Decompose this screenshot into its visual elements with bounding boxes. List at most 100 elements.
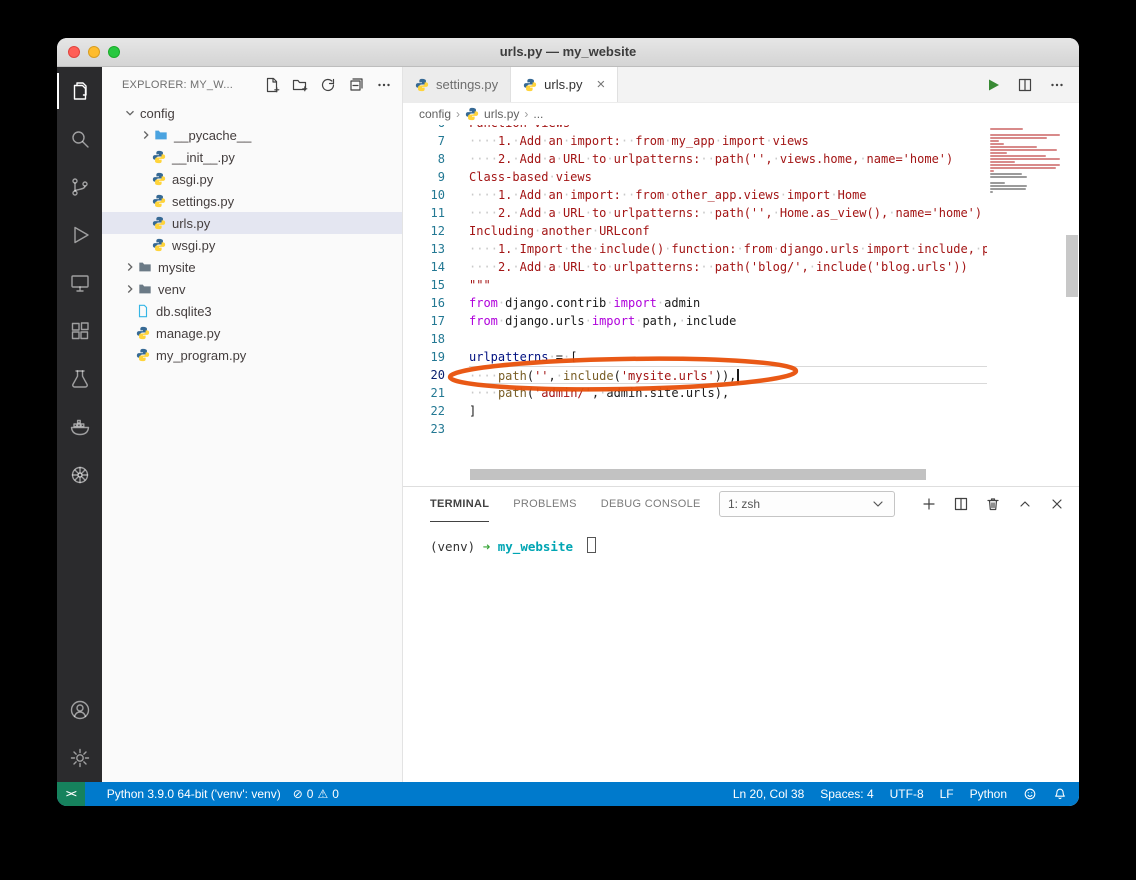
explorer-icon[interactable] [57, 67, 102, 115]
code-line-9[interactable]: 9Class-based·views [403, 168, 987, 186]
code-editor[interactable]: 6Function·views7····1.·Add·an·import:··f… [403, 125, 1079, 486]
tree-item-db.sqlite3[interactable]: db.sqlite3 [102, 300, 402, 322]
code-line-10[interactable]: 10····1.·Add·an·import:··from·other_app.… [403, 186, 987, 204]
extensions-icon[interactable] [57, 307, 102, 355]
breadcrumb-more[interactable]: ... [533, 107, 543, 121]
remote-indicator[interactable]: >< [57, 782, 85, 806]
panel-header: TERMINAL PROBLEMS DEBUG CONSOLE 1: zsh [403, 487, 1079, 521]
more-actions-icon[interactable] [376, 77, 392, 93]
line-content: ····2.·Add·a·URL·to·urlpatterns:··path('… [469, 150, 987, 168]
shell-selector[interactable]: 1: zsh [719, 491, 895, 517]
code-line-17[interactable]: 17from·django.urls·import·path,·include [403, 312, 987, 330]
vertical-scrollbar[interactable] [1065, 125, 1079, 486]
code-line-20[interactable]: 20····path('',·include('mysite.urls')), [403, 366, 987, 384]
close-panel-icon[interactable] [1049, 496, 1065, 512]
close-window-button[interactable] [68, 46, 80, 58]
vscode-window: urls.py — my_website [57, 38, 1079, 806]
tab-terminal[interactable]: TERMINAL [430, 487, 489, 522]
kubernetes-wheel-icon[interactable] [57, 451, 102, 499]
tree-item-my_program.py[interactable]: my_program.py [102, 344, 402, 366]
code-line-12[interactable]: 12Including·another·URLconf [403, 222, 987, 240]
line-content: Including·another·URLconf [469, 222, 987, 240]
code-line-21[interactable]: 21····path('admin/',·admin.site.urls), [403, 384, 987, 402]
search-icon[interactable] [57, 115, 102, 163]
line-content: ····1.·Import·the·include()·function:·fr… [469, 240, 987, 258]
new-file-icon[interactable] [264, 77, 280, 93]
minimize-window-button[interactable] [88, 46, 100, 58]
eol-status[interactable]: LF [940, 787, 954, 801]
tree-item-label: asgi.py [172, 172, 213, 187]
code-line-13[interactable]: 13····1.·Import·the·include()·function:·… [403, 240, 987, 258]
line-content: urlpatterns·=·[ [469, 348, 987, 366]
code-line-23[interactable]: 23 [403, 420, 987, 438]
indentation-status[interactable]: Spaces: 4 [820, 787, 873, 801]
cursor-position-status[interactable]: Ln 20, Col 38 [733, 787, 804, 801]
code-line-15[interactable]: 15""" [403, 276, 987, 294]
code-line-18[interactable]: 18 [403, 330, 987, 348]
tree-item-wsgi.py[interactable]: wsgi.py [102, 234, 402, 256]
tree-item-__init__.py[interactable]: __init__.py [102, 146, 402, 168]
python-interpreter-status[interactable]: Python 3.9.0 64-bit ('venv': venv) [107, 787, 281, 801]
split-terminal-icon[interactable] [953, 496, 969, 512]
tab-urls-py[interactable]: urls.py × [511, 67, 618, 102]
tree-item-__pycache__[interactable]: __pycache__ [102, 124, 402, 146]
tree-item-mysite[interactable]: mysite [102, 256, 402, 278]
run-python-file-button[interactable] [985, 77, 1001, 93]
minimap-line [990, 152, 1007, 154]
close-tab-icon[interactable]: × [596, 77, 605, 92]
code-line-22[interactable]: 22] [403, 402, 987, 420]
collapse-all-icon[interactable] [348, 77, 364, 93]
maximize-panel-icon[interactable] [1017, 496, 1033, 512]
new-folder-icon[interactable] [292, 77, 308, 93]
scrollbar-thumb[interactable] [1066, 235, 1078, 297]
code-line-6[interactable]: 6Function·views [403, 125, 987, 132]
python-icon [152, 172, 170, 186]
notifications-bell-icon[interactable] [1053, 787, 1067, 801]
new-terminal-icon[interactable] [921, 496, 937, 512]
database-icon [136, 304, 154, 318]
source-control-icon[interactable] [57, 163, 102, 211]
code-line-8[interactable]: 8····2.·Add·a·URL·to·urlpatterns:··path(… [403, 150, 987, 168]
tree-item-venv[interactable]: venv [102, 278, 402, 300]
horizontal-scrollbar[interactable] [470, 469, 926, 480]
tree-item-config[interactable]: config [102, 102, 402, 124]
accounts-icon[interactable] [57, 686, 102, 734]
split-editor-icon[interactable] [1017, 77, 1033, 93]
encoding-status[interactable]: UTF-8 [890, 787, 924, 801]
terminal-output[interactable]: (venv) ➜ my_website [403, 521, 1079, 782]
shell-selector-value: 1: zsh [728, 497, 870, 511]
tree-item-manage.py[interactable]: manage.py [102, 322, 402, 344]
run-debug-icon[interactable] [57, 211, 102, 259]
zoom-window-button[interactable] [108, 46, 120, 58]
line-content: from·django.contrib·import·admin [469, 294, 987, 312]
minimap[interactable] [987, 125, 1065, 486]
chevron-icon [122, 105, 138, 121]
tab-problems[interactable]: PROBLEMS [513, 487, 577, 521]
kill-terminal-trash-icon[interactable] [985, 496, 1001, 512]
tree-item-settings.py[interactable]: settings.py [102, 190, 402, 212]
code-line-11[interactable]: 11····2.·Add·a·URL·to·urlpatterns:··path… [403, 204, 987, 222]
minimap-line [990, 149, 1057, 151]
line-content: ] [469, 402, 987, 420]
settings-gear-icon[interactable] [57, 734, 102, 782]
tree-item-label: config [140, 106, 175, 121]
code-line-19[interactable]: 19urlpatterns·=·[ [403, 348, 987, 366]
tab-debug-console[interactable]: DEBUG CONSOLE [601, 487, 701, 521]
more-actions-icon[interactable] [1049, 77, 1065, 93]
code-line-7[interactable]: 7····1.·Add·an·import:··from·my_app·impo… [403, 132, 987, 150]
testing-beaker-icon[interactable] [57, 355, 102, 403]
breadcrumb-folder[interactable]: config [419, 107, 451, 121]
code-line-16[interactable]: 16from·django.contrib·import·admin [403, 294, 987, 312]
tree-item-asgi.py[interactable]: asgi.py [102, 168, 402, 190]
breadcrumb-file[interactable]: urls.py [484, 107, 519, 121]
tab-settings-py[interactable]: settings.py [403, 67, 511, 102]
refresh-icon[interactable] [320, 77, 336, 93]
tree-item-urls.py[interactable]: urls.py [102, 212, 402, 234]
remote-explorer-icon[interactable] [57, 259, 102, 307]
line-content: ····path('',·include('mysite.urls')), [469, 366, 987, 384]
problems-status[interactable]: ⊘ 0 ⚠ 0 [293, 787, 339, 801]
code-line-14[interactable]: 14····2.·Add·a·URL·to·urlpatterns:··path… [403, 258, 987, 276]
language-mode-status[interactable]: Python [970, 787, 1007, 801]
docker-whale-icon[interactable] [57, 403, 102, 451]
feedback-smiley-icon[interactable] [1023, 787, 1037, 801]
